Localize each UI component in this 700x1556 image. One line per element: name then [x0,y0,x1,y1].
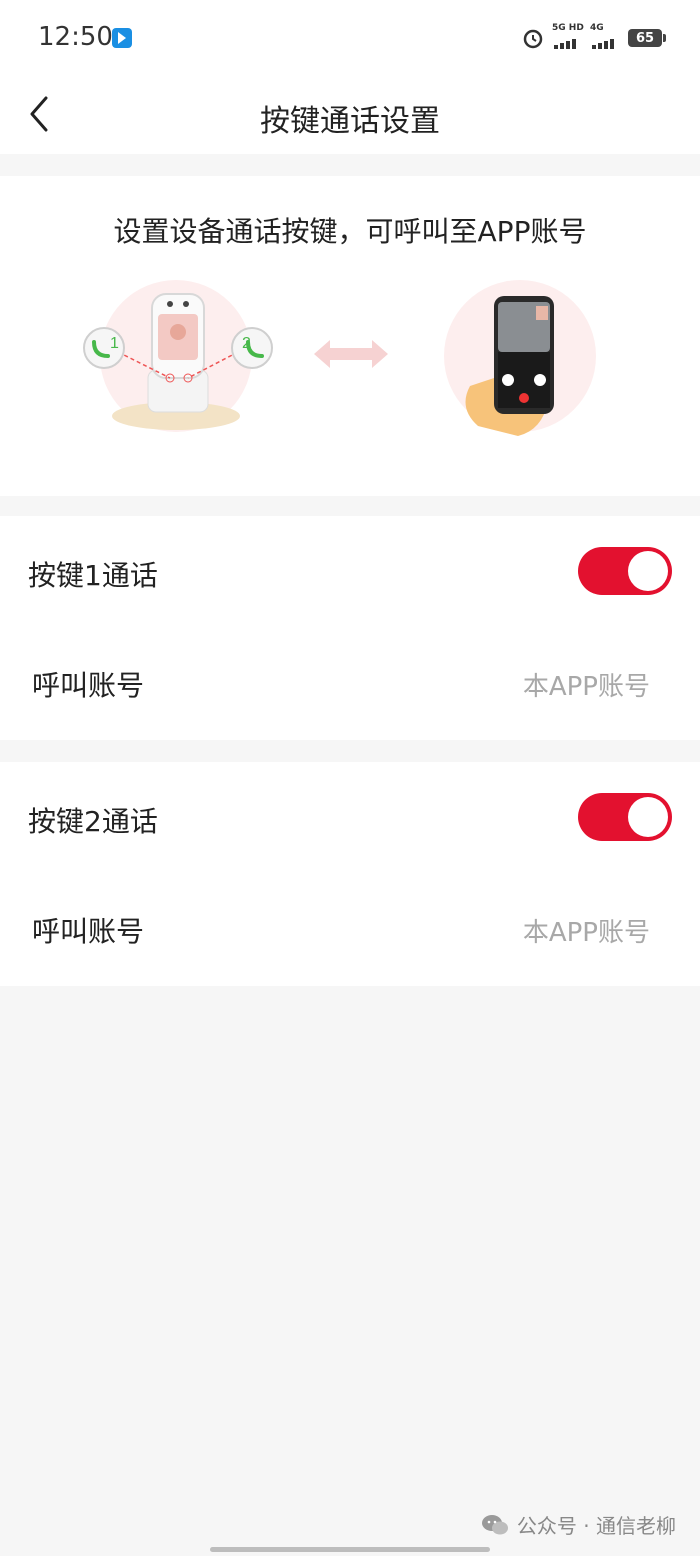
key1-account-value: 本APP账号 [522,672,650,702]
key2-settings-group: 按键2通话 呼叫账号 本APP账号 [0,762,700,986]
key1-settings-group: 按键1通话 呼叫账号 本APP账号 [0,516,700,740]
key1-account-row[interactable]: 呼叫账号 本APP账号 [0,628,700,740]
badge-1-label: 1 [110,335,119,352]
key2-account-label: 呼叫账号 [32,915,145,948]
home-indicator[interactable] [210,1547,490,1552]
status-icons: 5G HD 4G 65 [522,23,666,52]
key2-call-label: 按键2通话 [28,805,158,838]
badge-2-label: 2 [242,335,251,352]
key1-call-label: 按键1通话 [28,559,158,592]
key1-account-label: 呼叫账号 [32,669,145,702]
header: 按键通话设置 [0,76,700,154]
toggle-knob [628,797,668,837]
app-badge-icon [112,28,132,48]
double-arrow-icon [314,340,388,368]
page-title: 按键通话设置 [260,104,440,139]
intro-card: 设置设备通话按键，可呼叫至APP账号 1 2 [0,176,700,496]
phone-badge-2-icon: 2 [231,327,273,369]
alarm-icon [523,29,543,49]
key2-account-value: 本APP账号 [522,918,650,948]
illustration: 1 2 [83,280,596,436]
key1-call-toggle[interactable] [578,547,672,595]
phone-badge-1-icon: 1 [83,327,125,369]
status-time: 12:50 [38,22,113,52]
intro-text: 设置设备通话按键，可呼叫至APP账号 [113,215,587,248]
battery-icon: 65 [628,29,666,47]
key1-call-row: 按键1通话 [0,516,700,628]
key2-account-row[interactable]: 呼叫账号 本APP账号 [0,874,700,986]
signal-icon-2: 4G [590,23,620,51]
signal-icon: 5G HD [552,23,584,51]
key2-call-row: 按键2通话 [0,762,700,874]
toggle-knob [628,551,668,591]
wechat-icon [481,1514,508,1534]
watermark-text: 公众号 · 通信老柳 [516,1514,676,1538]
smartphone-illustration [444,280,596,436]
network-label-1: 5G HD [552,23,584,33]
key2-call-toggle[interactable] [578,793,672,841]
status-bar: 12:50 5G HD 4G 65 [0,0,700,76]
watermark: 公众号 · 通信老柳 [481,1510,676,1539]
network-label-2: 4G [590,23,604,33]
